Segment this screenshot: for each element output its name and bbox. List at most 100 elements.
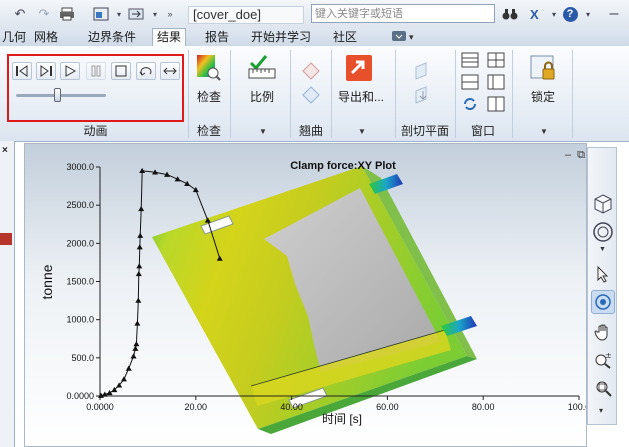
help-label: ? (562, 6, 578, 22)
window-layout-3-icon[interactable] (460, 73, 480, 91)
part-model (152, 166, 477, 434)
rotate-icon[interactable] (591, 290, 615, 314)
svg-text:±: ± (605, 351, 612, 360)
bounce-icon[interactable] (160, 62, 180, 80)
group-separator (331, 50, 332, 138)
exchange-x-icon[interactable]: X (526, 5, 546, 23)
plot-data-point (135, 270, 142, 277)
plot-data-point (136, 263, 143, 269)
plot-x-tick-label: 80.00 (472, 402, 495, 412)
view-cube-icon[interactable] (591, 192, 615, 216)
check-button-icon[interactable] (194, 52, 222, 82)
group-separator (230, 50, 231, 138)
plot-data-point (139, 167, 146, 174)
animation-slider-track[interactable] (16, 94, 106, 97)
search-input[interactable]: 键入关键字或短语 (311, 4, 495, 23)
left-panel-strip: × (0, 141, 15, 447)
plot-y-tick-label: 2000.0 (66, 238, 94, 248)
group-label-overmold: 翘曲 (298, 124, 323, 138)
animation-slider-thumb[interactable] (53, 88, 61, 102)
more-icon[interactable]: » (160, 5, 180, 23)
tab-results[interactable]: 结果 (152, 28, 187, 48)
plot-data-point (137, 232, 144, 238)
play-icon[interactable] (60, 62, 80, 80)
plot-data-point (134, 320, 141, 326)
step-forward-icon[interactable] (36, 62, 56, 80)
project-icon[interactable] (91, 5, 111, 23)
plot-data-point (135, 297, 142, 303)
lock-icon[interactable] (528, 52, 558, 84)
redo-icon[interactable]: ↷ (34, 5, 54, 23)
export-icon[interactable] (344, 52, 376, 84)
tab-mesh[interactable]: 网格 (34, 29, 58, 46)
chevron-down-icon[interactable]: ▼ (259, 127, 267, 136)
export-button-label[interactable]: 导出和... (335, 88, 387, 105)
model-viewport[interactable]: Clamp force:XY Plot tonne 时间 [s] 0.0000 5… (24, 143, 587, 447)
plot-data-point (184, 180, 191, 186)
steering-wheel-icon[interactable] (591, 220, 615, 244)
minimize-icon[interactable]: – (565, 149, 571, 163)
study-icon[interactable] (0, 233, 12, 245)
window-layout-5-icon[interactable] (486, 95, 506, 113)
step-back-icon[interactable] (12, 62, 32, 80)
plot-data-point (130, 353, 137, 359)
plot-data-point (192, 186, 199, 193)
tab-geometry[interactable]: 几何 (2, 29, 26, 46)
chevron-down-icon[interactable]: ▼ (599, 246, 606, 253)
tab-community[interactable]: 社区 (333, 29, 357, 46)
scale-button-label[interactable]: 比例 (245, 88, 279, 105)
title-bar: ↶ ↷ ▾ ▾ » [cover_doe] 键入关键字或短语 X ▾ ? ▾ – (0, 0, 629, 30)
plot-y-tick-label: 2500.0 (66, 200, 94, 210)
chevron-down-icon[interactable]: ▼ (540, 127, 548, 136)
window-layout-4-icon[interactable] (486, 73, 506, 91)
group-label-animation: 动画 (83, 124, 108, 138)
window-layout-2-icon[interactable] (486, 51, 506, 69)
plot-y-tick-label: 1000.0 (66, 315, 94, 325)
clip-plane-move-icon[interactable] (412, 84, 434, 106)
restore-icon[interactable]: ⧉ (577, 149, 585, 163)
chevron-down-icon[interactable]: ▾ (578, 5, 598, 23)
select-arrow-icon[interactable] (591, 262, 615, 286)
zoom-window-icon[interactable] (591, 376, 615, 400)
undo-icon[interactable]: ↶ (10, 5, 30, 23)
viewport-canvas: Clamp force:XY Plot tonne 时间 [s] 0.0000 5… (39, 160, 587, 434)
pan-hand-icon[interactable] (591, 320, 615, 344)
ribbon-options-icon[interactable]: ▾ (391, 29, 419, 46)
plot-y-tick-label: 3000.0 (66, 162, 94, 172)
sync-views-icon[interactable] (460, 95, 480, 113)
binoculars-icon[interactable] (500, 5, 520, 23)
more-icon[interactable]: ▾ (599, 406, 603, 415)
tab-boundary-conditions[interactable]: 边界条件 (88, 29, 136, 46)
help-icon[interactable]: ? (560, 5, 580, 23)
group-separator (572, 50, 573, 138)
plot-x-tick-label: 40.00 (280, 402, 303, 412)
plot-data-point (125, 365, 132, 371)
print-icon[interactable] (57, 5, 77, 23)
pause-icon[interactable] (86, 62, 106, 80)
close-icon[interactable]: × (2, 145, 8, 156)
switch-icon[interactable] (126, 5, 146, 23)
lock-button-label[interactable]: 锁定 (526, 88, 560, 105)
clip-plane-icon[interactable] (412, 60, 434, 82)
scale-icon[interactable] (247, 52, 277, 82)
minimize-icon[interactable]: – (604, 5, 624, 23)
chevron-down-icon[interactable]: ▼ (358, 127, 366, 136)
zoom-realtime-icon[interactable]: ± (591, 348, 615, 372)
plot-x-axis-label: 时间 [s] (322, 412, 362, 426)
check-button-label[interactable]: 检查 (192, 88, 226, 105)
warpage-icon[interactable] (300, 60, 322, 82)
loop-icon[interactable] (136, 62, 156, 80)
document-title: [cover_doe] (188, 6, 304, 24)
tab-report[interactable]: 报告 (205, 29, 229, 46)
plot-data-point (106, 389, 113, 396)
window-layout-1-icon[interactable] (460, 51, 480, 69)
plot-x-tick-label: 100.0 (568, 402, 587, 412)
plot-x-tick-label: 60.00 (376, 402, 399, 412)
plot-y-tick-label: 0.0000 (66, 391, 94, 401)
ribbon-panel: 动画 检查 检查 比例 ▼ 翘曲 导出和... ▼ 剖切平面 窗口 锁定 ▼ (0, 46, 629, 142)
warpage-deflection-icon[interactable] (300, 84, 322, 106)
plot-data-point (132, 345, 139, 351)
plot-title: Clamp force:XY Plot (290, 160, 396, 172)
tab-get-started[interactable]: 开始并学习 (251, 29, 311, 46)
stop-icon[interactable] (111, 62, 131, 80)
